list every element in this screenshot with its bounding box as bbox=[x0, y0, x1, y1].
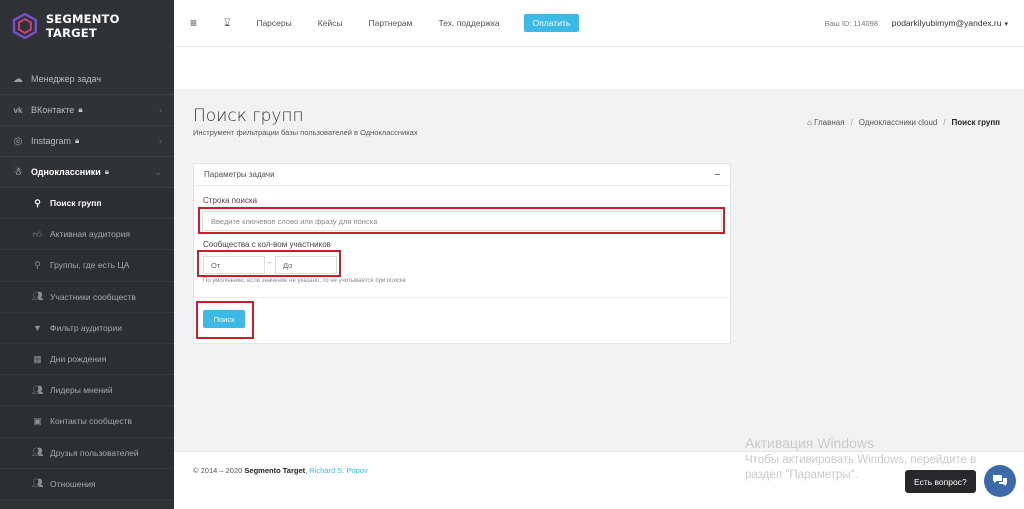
breadcrumb-home-label: Главная bbox=[814, 118, 845, 127]
panel-header: Параметры задачи – bbox=[194, 164, 730, 186]
breadcrumb-separator: / bbox=[943, 118, 946, 127]
instagram-icon: ◎ bbox=[13, 135, 23, 147]
breadcrumb-home[interactable]: ⌂ Главная bbox=[807, 118, 845, 127]
sidebar-subitem-label: Лидеры мнений bbox=[50, 385, 113, 396]
users-icon: 👥︎ bbox=[32, 291, 44, 302]
filter-icon: ▼ bbox=[33, 322, 42, 333]
sidebar-subitem-audience-filter[interactable]: ▼ Фильтр аудитории bbox=[0, 312, 174, 344]
pay-button[interactable]: Оплатить bbox=[523, 14, 580, 32]
home-icon: ⌂ bbox=[807, 118, 812, 127]
chevron-right-icon: › bbox=[159, 105, 162, 115]
chat-bubbles-icon bbox=[993, 475, 1007, 486]
sidebar-item-vkontakte[interactable]: vk ВКонтакте 🔒︎ › bbox=[0, 95, 174, 126]
topnav-cases[interactable]: Кейсы bbox=[318, 18, 343, 28]
sidebar-subitem-active-audience[interactable]: 👍︎ Активная аудитория bbox=[0, 219, 174, 251]
sidebar-subitem-birthdays[interactable]: ▦ Дни рождения bbox=[0, 343, 174, 376]
chat-button[interactable] bbox=[984, 465, 1016, 497]
brand[interactable]: SEGMENTO TARGET bbox=[0, 0, 174, 52]
divider bbox=[194, 297, 730, 298]
lock-icon: 🔒︎ bbox=[78, 105, 83, 114]
sidebar-subitem-label: Активная аудитория bbox=[50, 229, 130, 240]
lock-icon: 🔒︎ bbox=[104, 167, 110, 176]
sidebar-item-instagram[interactable]: ◎ Instagram 🔒︎ › bbox=[0, 126, 174, 157]
search-icon: ⚲ bbox=[34, 197, 41, 208]
top-bar: ≡ ⌛︎ Парсеры Кейсы Партнерам Тех. поддер… bbox=[174, 0, 1024, 47]
footer-copyright: © 2014 – 2020 bbox=[193, 466, 243, 475]
header-band bbox=[174, 47, 1024, 89]
vk-icon: vk bbox=[13, 105, 23, 115]
highlight-box bbox=[198, 207, 725, 234]
highlight-box bbox=[197, 250, 341, 277]
sidebar-subitem-opinion-leaders[interactable]: 👥︎ Лидеры мнений bbox=[0, 375, 174, 407]
sidebar-subitem-community-members[interactable]: 👥︎ Участники сообществ bbox=[0, 281, 174, 313]
hamburger-menu-icon[interactable]: ≡ bbox=[190, 16, 202, 30]
caret-down-icon: ▾ bbox=[1004, 21, 1008, 28]
contact-card-icon: ▣ bbox=[33, 415, 42, 426]
calendar-icon: ▦ bbox=[33, 353, 42, 364]
hint-text: По умолчанию, если значение не указано, … bbox=[203, 278, 406, 284]
thumbs-up-icon: 👍︎ bbox=[32, 228, 43, 239]
sidebar-subitem-label: Поиск групп bbox=[50, 198, 102, 209]
lock-icon: 🔒︎ bbox=[75, 136, 80, 145]
sidebar-subitem-relations[interactable]: 👥︎ Отношения bbox=[0, 468, 174, 500]
footer-author-link[interactable]: Richard S. Popov bbox=[309, 466, 367, 475]
sidebar-subitem-group-search[interactable]: ⚲ Поиск групп bbox=[0, 188, 174, 220]
user-email: podarkilyubimym@yandex.ru bbox=[891, 18, 1002, 28]
users-icon: 👥︎ bbox=[32, 384, 44, 395]
sidebar-item-label: ВКонтакте bbox=[31, 105, 75, 115]
sidebar-subitem-label: Группы, где есть ЦА bbox=[50, 260, 130, 271]
highlight-box bbox=[196, 301, 254, 339]
sidebar-item-label: Одноклассники bbox=[31, 167, 101, 177]
logo-icon bbox=[12, 13, 38, 39]
sidebar-subitem-label: Дни рождения bbox=[50, 354, 107, 365]
breadcrumb-separator: / bbox=[850, 118, 853, 127]
windows-activation-title: Активация Windows bbox=[745, 435, 875, 451]
topnav-support[interactable]: Тех. поддержка bbox=[439, 18, 500, 28]
task-params-panel: Параметры задачи – Строка поиска Введите… bbox=[193, 163, 731, 344]
sidebar-subitem-label: Друзья пользователей bbox=[50, 447, 139, 458]
hourglass-icon[interactable]: ⌛︎ bbox=[224, 18, 230, 29]
search-label: Строка поиска bbox=[203, 196, 258, 205]
sidebar-nav: ☁ Менеджер задач vk ВКонтакте 🔒︎ › ◎ Ins… bbox=[0, 64, 174, 500]
sidebar-item-label: Instagram bbox=[31, 136, 72, 146]
users-icon: 👥︎ bbox=[32, 447, 44, 458]
sidebar-subitem-label: Фильтр аудитории bbox=[50, 322, 122, 333]
breadcrumb: ⌂ Главная / Одноклассники cloud / Поиск … bbox=[807, 118, 1000, 127]
sidebar: SEGMENTO TARGET ☁ Менеджер задач vk ВКон… bbox=[0, 0, 174, 509]
collapse-icon[interactable]: – bbox=[714, 169, 720, 180]
page-subtitle: Инструмент фильтрации базы пользователей… bbox=[193, 128, 418, 137]
user-menu[interactable]: podarkilyubimym@yandex.ru ▾ bbox=[892, 18, 1008, 28]
sidebar-subitem-groups-with-ta[interactable]: ⚲ Группы, где есть ЦА bbox=[0, 250, 174, 282]
brand-name: SEGMENTO TARGET bbox=[45, 12, 120, 40]
sidebar-subitem-community-contacts[interactable]: ▣ Контакты сообществ bbox=[0, 406, 174, 438]
topnav-partners[interactable]: Партнерам bbox=[369, 18, 413, 28]
members-label: Сообщества с кол-вом участников bbox=[203, 240, 331, 249]
sidebar-subitem-label: Отношения bbox=[50, 478, 96, 489]
sidebar-item-label: Менеджер задач bbox=[31, 74, 102, 84]
ok-icon: ☃ bbox=[13, 166, 23, 178]
topnav-parsers[interactable]: Парсеры bbox=[256, 18, 291, 28]
chevron-right-icon: › bbox=[159, 136, 162, 146]
user-id: Ваш ID: 114098 bbox=[824, 18, 878, 28]
sidebar-item-odnoklassniki[interactable]: ☃ Одноклассники 🔒︎ ⌄ bbox=[0, 157, 174, 188]
page-title: Поиск групп bbox=[193, 106, 304, 126]
users-icon: 👥︎ bbox=[32, 478, 44, 489]
cloud-icon: ☁ bbox=[13, 73, 23, 85]
breadcrumb-current: Поиск групп bbox=[951, 118, 1000, 127]
footer-text: © 2014 – 2020 Segmento Target, Richard S… bbox=[193, 466, 368, 475]
sidebar-subitem-label: Контакты сообществ bbox=[50, 416, 133, 427]
sidebar-subitem-label: Участники сообществ bbox=[50, 291, 136, 302]
sidebar-subitem-user-friends[interactable]: 👥︎ Друзья пользователей bbox=[0, 437, 174, 469]
breadcrumb-section[interactable]: Одноклассники cloud bbox=[859, 118, 938, 127]
footer-brand: Segmento Target bbox=[244, 466, 306, 475]
chat-label[interactable]: Есть вопрос? bbox=[905, 470, 976, 493]
search-icon: ⚲ bbox=[34, 259, 41, 270]
sidebar-item-task-manager[interactable]: ☁ Менеджер задач bbox=[0, 64, 174, 95]
chevron-down-icon: ⌄ bbox=[154, 166, 162, 177]
panel-title: Параметры задачи bbox=[204, 170, 275, 179]
